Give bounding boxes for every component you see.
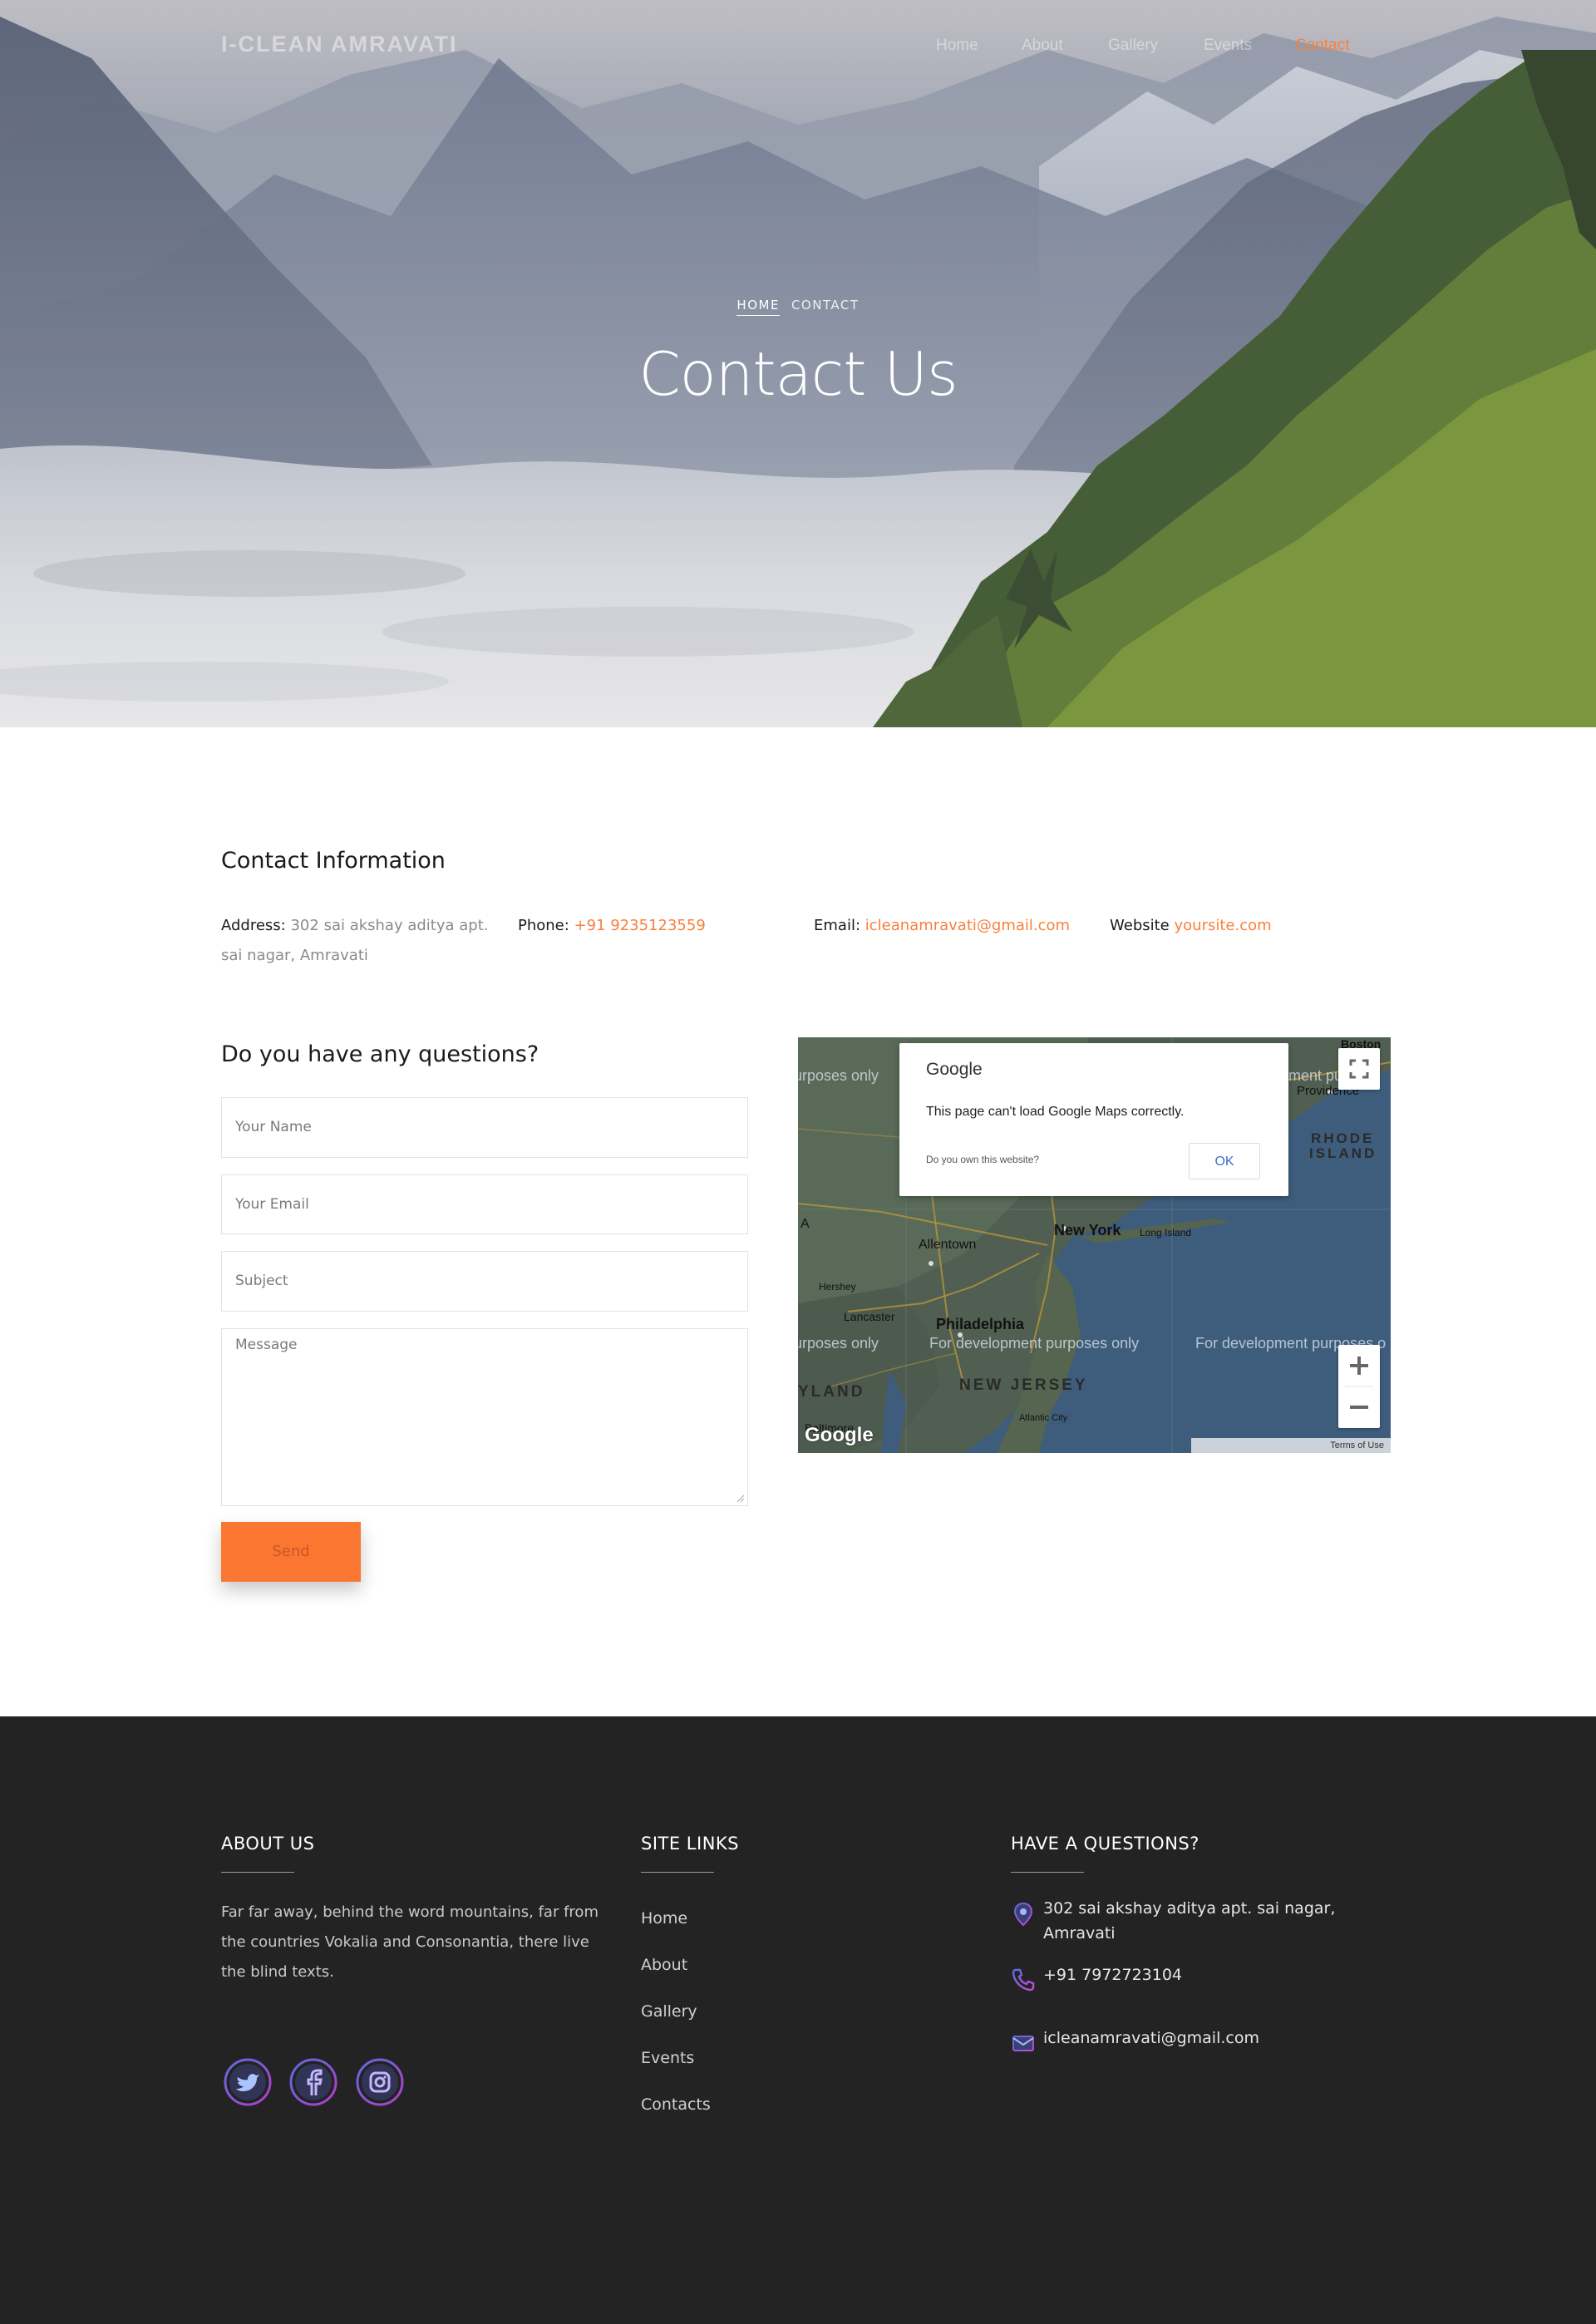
- map-label-rhode: RHODE: [1311, 1130, 1375, 1146]
- footer-links-divider: [641, 1872, 714, 1873]
- message-placeholder: Message: [235, 1337, 298, 1353]
- twitter-icon: [224, 2058, 272, 2106]
- about-line-3: the blind texts.: [221, 1963, 334, 1981]
- location-pin-icon: [1013, 1902, 1033, 1927]
- fullscreen-icon: [1349, 1059, 1369, 1079]
- contact-email: Email: icleanamravati@gmail.com: [814, 911, 1070, 941]
- map-watermark: urposes only: [798, 1335, 879, 1352]
- hero-banner: I-CLEAN AMRAVATI Home About Gallery Even…: [0, 0, 1596, 727]
- map-label-atlantic-city: Atlantic City: [1019, 1413, 1068, 1423]
- email-placeholder: Your Email: [235, 1196, 309, 1213]
- map-label-lancaster: Lancaster: [844, 1310, 895, 1323]
- brand-logo[interactable]: I-CLEAN AMRAVATI: [221, 32, 457, 57]
- map-label-hershey: Hershey: [819, 1281, 856, 1292]
- zoom-in-icon[interactable]: [1338, 1345, 1380, 1428]
- map-label-new-york: New York: [1054, 1222, 1121, 1238]
- map-label-allentown: Allentown: [919, 1238, 977, 1252]
- instagram-icon: [356, 2058, 404, 2106]
- breadcrumb: HOME CONTACT: [0, 298, 1596, 316]
- page-title: Contact Us: [638, 339, 958, 409]
- phone-icon: [1012, 1968, 1035, 1992]
- footer-address-line-1: 302 sai akshay aditya apt. sai nagar,: [1043, 1899, 1336, 1918]
- fullscreen-button[interactable]: [1338, 1048, 1380, 1090]
- about-line-1: Far far away, behind the word mountains,…: [221, 1903, 598, 1921]
- twitter-button[interactable]: [223, 2057, 273, 2107]
- google-logo: Google: [805, 1424, 874, 1446]
- name-input[interactable]: Your Name: [221, 1097, 748, 1158]
- email-link[interactable]: icleanamravati@gmail.com: [865, 917, 1070, 934]
- contact-address: Address: 302 sai akshay aditya apt. sai …: [221, 911, 489, 971]
- email-label: Email:: [814, 917, 861, 934]
- nav-events[interactable]: Events: [1204, 37, 1252, 55]
- nav-gallery[interactable]: Gallery: [1108, 37, 1158, 55]
- map-watermark: urposes only: [798, 1067, 879, 1084]
- terms-of-use-link[interactable]: Terms of Use: [1191, 1438, 1391, 1453]
- instagram-button[interactable]: [355, 2057, 405, 2107]
- footer-address-line-2: Amravati: [1043, 1924, 1116, 1942]
- breadcrumb-current: CONTACT: [791, 298, 860, 313]
- contact-phone: Phone: +91 9235123559: [518, 911, 706, 941]
- nav-about[interactable]: About: [1022, 37, 1063, 55]
- footer: [0, 1716, 1596, 2324]
- dialog-google-brand: Google: [926, 1060, 983, 1079]
- address-label: Address:: [221, 917, 286, 934]
- facebook-icon: [289, 2058, 337, 2106]
- form-heading: Do you have any questions?: [221, 1041, 539, 1067]
- nav-home[interactable]: Home: [936, 37, 978, 55]
- map-watermark: For development purposes only: [929, 1335, 1140, 1352]
- facebook-button[interactable]: [288, 2057, 338, 2107]
- phone-link[interactable]: +91 9235123559: [574, 917, 706, 934]
- footer-about-divider: [221, 1872, 294, 1873]
- footer-address: 302 sai akshay aditya apt. sai nagar, Am…: [1043, 1896, 1335, 1946]
- top-navigation: I-CLEAN AMRAVATI Home About Gallery Even…: [0, 0, 1596, 93]
- footer-link-home[interactable]: Home: [641, 1909, 687, 1928]
- nav-contact[interactable]: Contact: [1295, 37, 1349, 55]
- map-watermark: ment pu: [1288, 1067, 1343, 1084]
- dialog-message: This page can't load Google Maps correct…: [926, 1105, 1185, 1119]
- resize-handle-icon[interactable]: [736, 1494, 745, 1503]
- breadcrumb-home[interactable]: HOME: [736, 298, 780, 316]
- footer-questions-heading: HAVE A QUESTIONS?: [1011, 1834, 1199, 1854]
- footer-link-about[interactable]: About: [641, 1956, 687, 1974]
- email-input[interactable]: Your Email: [221, 1174, 748, 1234]
- website-label: Website: [1110, 917, 1170, 934]
- footer-link-events[interactable]: Events: [641, 2049, 694, 2067]
- contact-info-heading: Contact Information: [221, 848, 446, 874]
- footer-link-contacts[interactable]: Contacts: [641, 2095, 711, 2114]
- contact-website: Website yoursite.com: [1110, 911, 1272, 941]
- footer-about-text: Far far away, behind the word mountains,…: [221, 1898, 598, 1987]
- address-line-1: 302 sai akshay aditya apt.: [290, 917, 489, 934]
- website-link[interactable]: yoursite.com: [1175, 917, 1272, 934]
- subject-input[interactable]: Subject: [221, 1251, 748, 1312]
- map-label-new-jersey: NEW JERSEY: [959, 1376, 1088, 1394]
- footer-phone[interactable]: +91 7972723104: [1043, 1962, 1182, 1987]
- subject-placeholder: Subject: [235, 1273, 288, 1289]
- dialog-own-site-link[interactable]: Do you own this website?: [926, 1154, 1039, 1165]
- mail-icon: [1012, 2036, 1034, 2051]
- map-error-dialog: Google This page can't load Google Maps …: [899, 1043, 1288, 1196]
- dialog-ok-button[interactable]: OK: [1189, 1143, 1260, 1179]
- map-label-maryland: YLAND: [798, 1383, 865, 1401]
- map-label-island: ISLAND: [1309, 1145, 1377, 1161]
- google-map[interactable]: urposes only ment pu urposes only For de…: [798, 1037, 1391, 1453]
- map-label-edge: A: [800, 1217, 810, 1231]
- map-label-long-island: Long Island: [1140, 1227, 1192, 1238]
- send-button[interactable]: Send: [221, 1522, 361, 1582]
- footer-questions-divider: [1011, 1872, 1084, 1873]
- zoom-controls: [1338, 1345, 1380, 1428]
- footer-email[interactable]: icleanamravati@gmail.com: [1043, 2026, 1259, 2051]
- address-line-2: sai nagar, Amravati: [221, 947, 368, 964]
- footer-link-gallery[interactable]: Gallery: [641, 2002, 697, 2021]
- footer-links-heading: SITE LINKS: [641, 1834, 739, 1854]
- footer-about-heading: ABOUT US: [221, 1834, 315, 1854]
- about-line-2: the countries Vokalia and Consonantia, t…: [221, 1933, 589, 1951]
- name-placeholder: Your Name: [235, 1119, 312, 1135]
- message-textarea[interactable]: Message: [221, 1328, 748, 1506]
- map-label-philadelphia: Philadelphia: [936, 1316, 1025, 1332]
- phone-label: Phone:: [518, 917, 569, 934]
